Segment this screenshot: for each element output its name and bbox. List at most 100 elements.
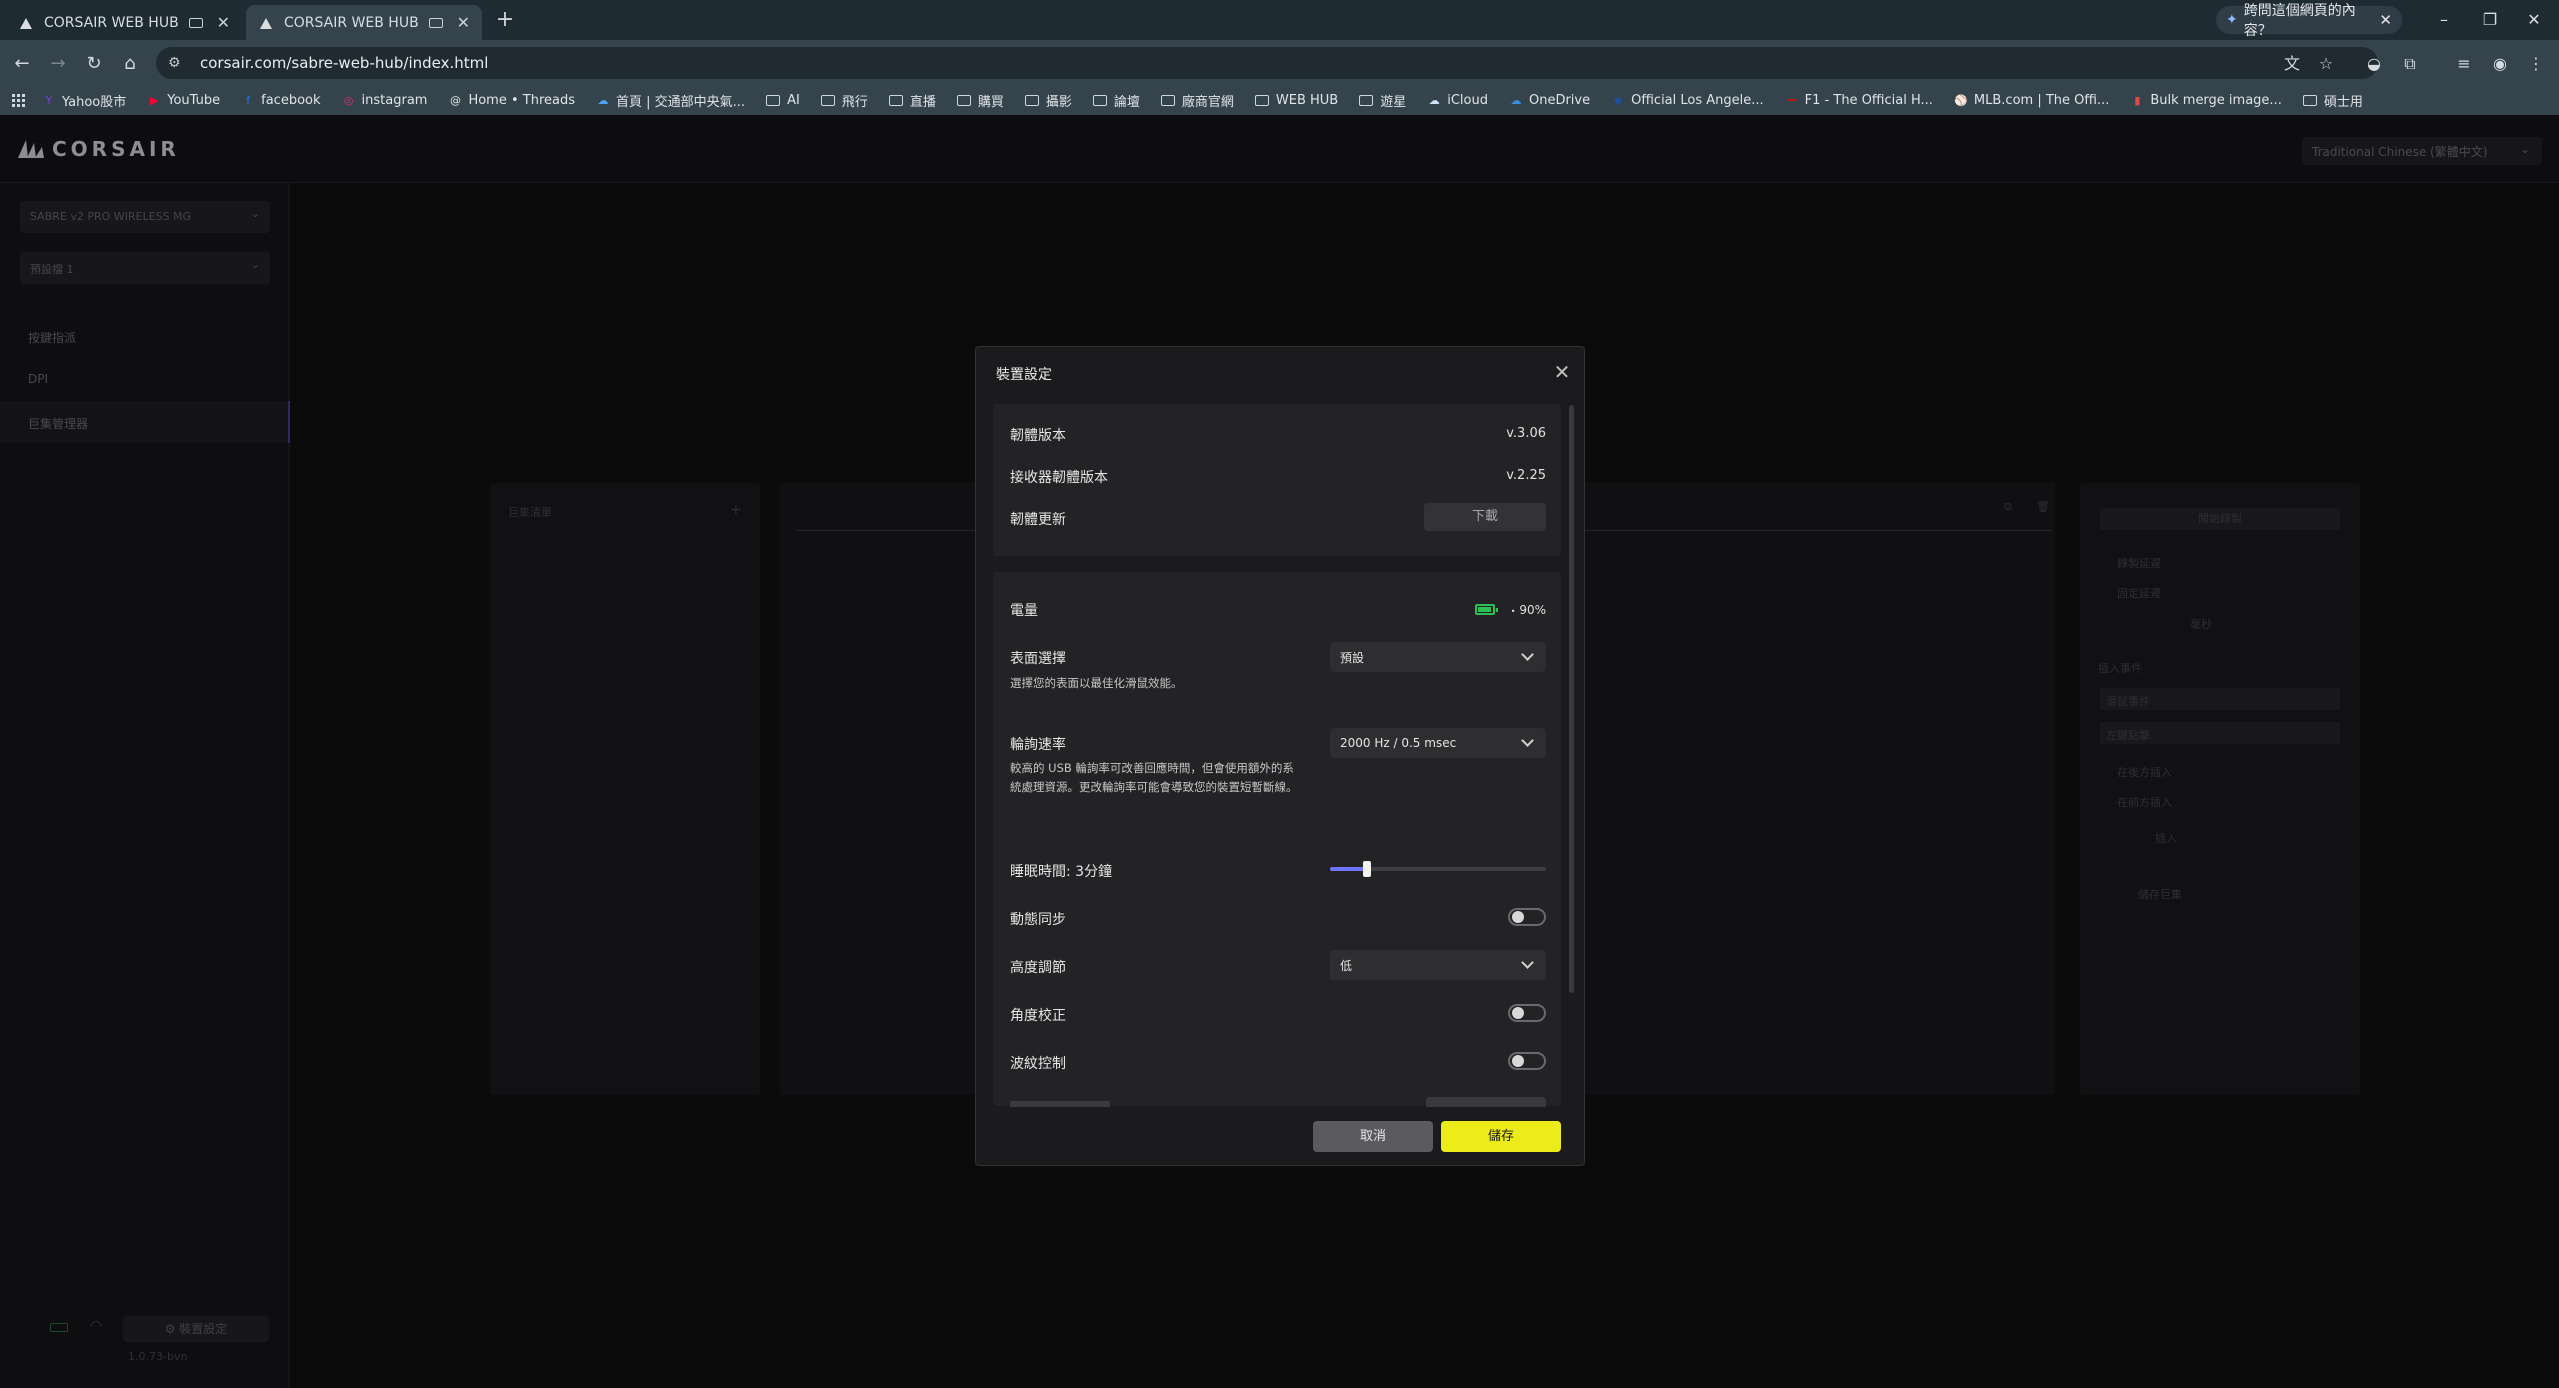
bookmark-item[interactable]: 遊星: [1359, 91, 1406, 110]
bookmark-item[interactable]: Y Yahoo股市: [42, 91, 127, 110]
tab-corsair-2[interactable]: CORSAIR WEB HUB ✕: [246, 5, 482, 40]
profile-avatar-icon[interactable]: ◉: [2486, 50, 2514, 78]
cancel-button[interactable]: 取消: [1313, 1121, 1433, 1152]
bookmark-item[interactable]: ☁ 首頁 | 交通部中央氣...: [596, 91, 746, 110]
site-info-icon[interactable]: ⚙: [168, 55, 190, 71]
lift-height-select[interactable]: 低: [1330, 950, 1546, 980]
firmware-update-label: 韌體更新: [1010, 512, 1066, 528]
device-settings-button[interactable]: ⚙ 裝置設定: [123, 1316, 269, 1342]
bookmark-label: instagram: [361, 93, 428, 108]
bookmark-label: 論壇: [1113, 95, 1140, 110]
bookmark-item[interactable]: ☁ OneDrive: [1509, 93, 1590, 108]
folder-icon: [1092, 95, 1107, 106]
sidebar-item-macro-manager[interactable]: 巨集管理器: [28, 415, 88, 432]
bookmark-label: 廠商官網: [1181, 95, 1234, 110]
bookmark-item[interactable]: ◆ Official Los Angele...: [1611, 93, 1764, 108]
new-tab-button[interactable]: +: [492, 8, 518, 34]
translate-icon[interactable]: 文: [2278, 50, 2306, 78]
bookmark-item[interactable]: ◎ instagram: [342, 93, 428, 108]
close-tab-icon[interactable]: ✕: [217, 13, 230, 32]
clipped-row-button[interactable]: [1426, 1097, 1546, 1107]
bookmark-item[interactable]: WEB HUB: [1254, 93, 1339, 108]
bookmark-label: YouTube: [167, 93, 221, 108]
sails-logo-icon: [18, 140, 44, 158]
ripple-control-toggle[interactable]: [1508, 1052, 1546, 1070]
media-queue-icon[interactable]: ≡: [2450, 50, 2478, 78]
bookmark-item[interactable]: ☁ iCloud: [1427, 93, 1488, 108]
save-macro-button[interactable]: 儲存巨集: [2138, 886, 2182, 902]
bookmark-item[interactable]: AI: [766, 93, 800, 108]
close-icon[interactable]: ✕: [1550, 360, 1574, 384]
bookmark-star-icon[interactable]: ☆: [2312, 50, 2340, 78]
media-icon[interactable]: [428, 17, 443, 28]
ask-about-page-chip[interactable]: ✦ 跨問這個網頁的內容？ ✕: [2216, 3, 2402, 39]
menu-icon[interactable]: ⋮: [2522, 50, 2550, 78]
bookmark-item[interactable]: ⚾ MLB.com | The Offi...: [1954, 93, 2109, 108]
surface-select[interactable]: 預設: [1330, 642, 1546, 672]
bookmark-item[interactable]: @ Home • Threads: [448, 93, 575, 108]
left-click-select[interactable]: 左鍵點擊: [2100, 722, 2340, 744]
bookmark-item[interactable]: ▮ Bulk merge image...: [2130, 93, 2282, 108]
minimize-button[interactable]: –: [2424, 6, 2464, 34]
dialog-scrollbar[interactable]: [1569, 405, 1574, 993]
bookmark-item[interactable]: ━ F1 - The Official H...: [1785, 93, 1933, 108]
bookmark-label: 飛行: [841, 95, 868, 110]
motion-sync-toggle[interactable]: [1508, 908, 1546, 926]
close-window-button[interactable]: ✕: [2514, 6, 2554, 34]
bookmark-item[interactable]: 直播: [888, 91, 936, 110]
sidebar-item-dpi[interactable]: DPI: [28, 372, 48, 386]
download-button[interactable]: 下載: [1424, 503, 1546, 531]
bookmark-item[interactable]: 攝影: [1024, 91, 1072, 110]
close-tab-icon[interactable]: ✕: [457, 13, 470, 32]
back-button[interactable]: ←: [6, 50, 38, 78]
bookmark-item[interactable]: 購買: [956, 91, 1004, 110]
sleep-time-slider-fill: [1330, 867, 1367, 871]
bookmark-item[interactable]: 論壇: [1092, 91, 1140, 110]
start-record-button[interactable]: 開始錄製: [2100, 508, 2340, 530]
copy-icon[interactable]: ⧉: [2004, 500, 2012, 514]
bookmark-item[interactable]: f facebook: [241, 93, 320, 108]
bookmark-label: 首頁 | 交通部中央氣...: [616, 95, 746, 110]
bookmark-item[interactable]: ▶ YouTube: [147, 93, 220, 108]
insert-button[interactable]: 插入: [2155, 830, 2177, 846]
surface-label: 表面選擇: [1010, 651, 1066, 667]
tab-corsair-1[interactable]: CORSAIR WEB HUB ✕: [6, 5, 242, 40]
f1-icon: ━: [1788, 94, 1795, 107]
angle-snap-toggle[interactable]: [1508, 1004, 1546, 1022]
sleep-time-slider-thumb[interactable]: [1362, 861, 1371, 877]
bookmark-item[interactable]: 廠商官網: [1160, 91, 1234, 110]
address-bar[interactable]: ⚙ corsair.com/sabre-web-hub/index.html: [156, 47, 2378, 79]
media-icon[interactable]: [188, 17, 203, 28]
language-select[interactable]: Traditional Chinese (繁體中文) ⌄: [2302, 137, 2542, 165]
apps-icon[interactable]: [12, 93, 26, 108]
bookmark-label: Bulk merge image...: [2150, 93, 2282, 108]
close-chip-icon[interactable]: ✕: [2379, 11, 2392, 29]
bookmark-label: facebook: [261, 93, 321, 108]
delete-icon[interactable]: 🗑: [2036, 500, 2050, 513]
home-button[interactable]: ⌂: [114, 50, 146, 78]
bookmark-label: OneDrive: [1528, 93, 1591, 108]
bookmark-item[interactable]: 碩士用: [2302, 91, 2363, 110]
chevron-down-icon: [1521, 734, 1534, 747]
extensions-puzzle-icon[interactable]: ⧉: [2396, 50, 2424, 78]
restore-button[interactable]: ❐: [2470, 6, 2510, 34]
sidebar-item-key-assignment[interactable]: 按鍵指派: [28, 329, 76, 346]
bookmark-label: WEB HUB: [1275, 93, 1339, 108]
reload-button[interactable]: ↻: [78, 50, 110, 78]
save-button[interactable]: 儲存: [1441, 1121, 1561, 1152]
insert-below-radio[interactable]: 在後方插入: [2117, 764, 2172, 780]
extension-icon[interactable]: ◒: [2360, 50, 2388, 78]
fixed-delay-radio[interactable]: 固定延遲: [2117, 585, 2161, 601]
record-delay-radio[interactable]: 錄製延遲: [2117, 555, 2161, 571]
insert-above-radio[interactable]: 在前方插入: [2117, 794, 2172, 810]
add-macro-icon[interactable]: +: [730, 502, 742, 518]
bookmark-label: 攝影: [1045, 95, 1072, 110]
polling-rate-select[interactable]: 2000 Hz / 0.5 msec: [1330, 728, 1546, 758]
bookmark-item[interactable]: 飛行: [820, 91, 868, 110]
forward-button[interactable]: →: [42, 50, 74, 78]
sleep-time-slider[interactable]: [1330, 861, 1546, 877]
profile-select[interactable]: 預設檔 1 ⌄: [20, 252, 270, 284]
device-select[interactable]: SABRE v2 PRO WIRELESS MG ⌄: [20, 201, 270, 233]
mouse-event-select[interactable]: 滑鼠事件: [2100, 688, 2340, 710]
chevron-down-icon: ⌄: [2519, 142, 2530, 156]
